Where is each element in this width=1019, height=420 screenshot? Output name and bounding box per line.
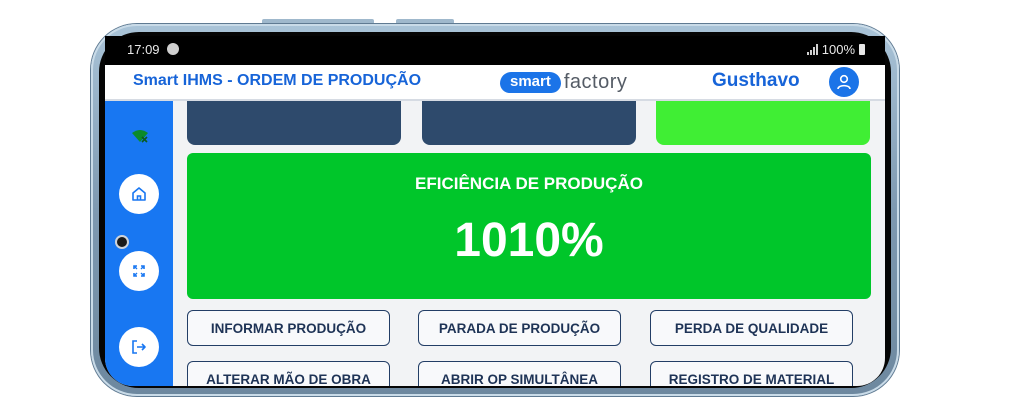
fullscreen-icon xyxy=(133,265,145,277)
user-avatar-icon[interactable] xyxy=(829,67,859,97)
phone-screen: 17:09 100% Smart IHMS - ORDEM DE PRODUÇÃ… xyxy=(105,36,885,386)
wifi-icon xyxy=(131,129,149,148)
page-title: Smart IHMS - ORDEM DE PRODUÇÃO xyxy=(133,72,422,89)
info-card-3 xyxy=(656,101,870,145)
registro-material-button[interactable]: REGISTRO DE MATERIAL xyxy=(650,361,853,386)
efficiency-card: EFICIÊNCIA DE PRODUÇÃO 1010% xyxy=(187,153,871,299)
signal-icon xyxy=(806,44,818,55)
logout-icon xyxy=(132,340,146,354)
home-icon xyxy=(132,187,146,201)
spotify-icon xyxy=(167,43,179,55)
user-name[interactable]: Gusthavo xyxy=(712,70,800,92)
sidebar xyxy=(105,101,173,386)
logo-smart: smart xyxy=(500,71,561,93)
efficiency-value: 1010% xyxy=(454,214,604,267)
battery-percent: 100% xyxy=(821,42,855,57)
home-button[interactable] xyxy=(119,174,159,214)
fullscreen-button[interactable] xyxy=(119,251,159,291)
status-time: 17:09 xyxy=(127,42,160,57)
logo-factory: factory xyxy=(563,70,628,93)
perda-qualidade-button[interactable]: PERDA DE QUALIDADE xyxy=(650,310,853,346)
informar-producao-button[interactable]: INFORMAR PRODUÇÃO xyxy=(187,310,390,346)
smart-factory-logo: smart factory xyxy=(500,69,627,95)
touch-indicator xyxy=(115,235,129,249)
efficiency-label: EFICIÊNCIA DE PRODUÇÃO xyxy=(415,174,643,193)
app-header: Smart IHMS - ORDEM DE PRODUÇÃO smart fac… xyxy=(105,65,885,101)
parada-producao-button[interactable]: PARADA DE PRODUÇÃO xyxy=(418,310,621,346)
abrir-op-simultanea-button[interactable]: ABRIR OP SIMULTÂNEA xyxy=(418,361,621,386)
info-card-1 xyxy=(187,101,401,145)
battery-icon xyxy=(859,44,865,55)
status-bar: 17:09 100% xyxy=(105,36,885,64)
logout-button[interactable] xyxy=(119,327,159,367)
app-container: Smart IHMS - ORDEM DE PRODUÇÃO smart fac… xyxy=(105,65,885,386)
alterar-mao-obra-button[interactable]: ALTERAR MÃO DE OBRA xyxy=(187,361,390,386)
info-card-2 xyxy=(422,101,636,145)
